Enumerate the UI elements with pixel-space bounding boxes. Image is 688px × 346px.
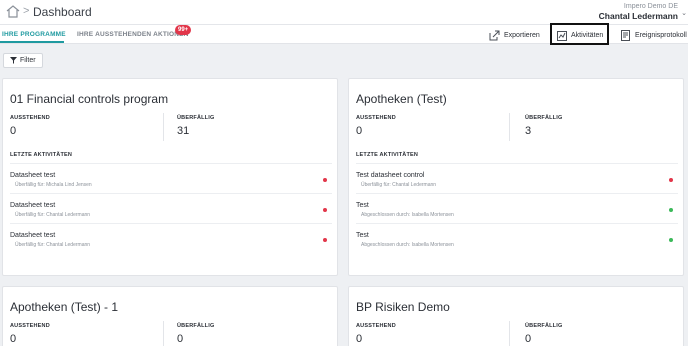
overdue-value: 31 [177, 125, 190, 137]
status-dot [323, 208, 327, 212]
activity-row[interactable]: Datasheet test Überfällig für: Chantal L… [10, 193, 332, 223]
chevron-down-icon[interactable]: ⌄ [681, 9, 687, 17]
activity-row[interactable]: Test Abgeschlossen durch: Isabella Morte… [356, 193, 678, 223]
export-label: Exportieren [504, 32, 540, 39]
recent-activities-label: LETZTE AKTIVITÄTEN [356, 152, 419, 158]
active-tab-indicator [0, 41, 64, 43]
event-log-label: Ereignisprotokoll [635, 32, 687, 39]
program-title: 01 Financial controls program [10, 92, 169, 106]
activity-name: Datasheet test [10, 232, 56, 239]
program-card[interactable]: Apotheken (Test) AUSSTEHEND 0 ÜBERFÄLLIG… [348, 78, 684, 276]
overdue-label: ÜBERFÄLLIG [525, 323, 563, 329]
overdue-value: 0 [525, 333, 532, 345]
status-dot [323, 238, 327, 242]
status-dot [669, 238, 673, 242]
program-card[interactable]: BP Risiken Demo AUSSTEHEND 0 ÜBERFÄLLIG … [348, 286, 684, 346]
stat-divider [509, 321, 510, 346]
activity-name: Test [356, 232, 369, 239]
filter-icon [10, 57, 17, 64]
activity-subtext: Überfällig für: Chantal Ledermann [15, 212, 91, 218]
program-title: Apotheken (Test) - 1 [10, 300, 119, 314]
export-icon [489, 30, 500, 41]
stat-divider [509, 113, 510, 141]
overdue-label: ÜBERFÄLLIG [177, 115, 215, 121]
status-dot [669, 208, 673, 212]
user-org: Impero Demo DE [623, 3, 678, 10]
overdue-label: ÜBERFÄLLIG [177, 323, 215, 329]
status-dot [323, 178, 327, 182]
tab-programs[interactable]: IHRE PROGRAMME [2, 31, 66, 38]
user-menu[interactable]: Impero Demo DE Chantal Ledermann [599, 2, 678, 22]
pending-value: 0 [10, 125, 17, 137]
stat-divider [163, 321, 164, 346]
activity-row[interactable]: Test Abgeschlossen durch: Isabella Morte… [356, 223, 678, 253]
program-card[interactable]: 01 Financial controls program AUSSTEHEND… [2, 78, 338, 276]
pending-value: 0 [356, 333, 363, 345]
activity-row[interactable]: Datasheet test Überfällig für: Michala L… [10, 163, 332, 193]
event-log-button[interactable]: Ereignisprotokoll [621, 29, 687, 42]
stat-divider [163, 113, 164, 141]
status-dot [669, 178, 673, 182]
pending-value: 0 [356, 125, 363, 137]
overdue-value: 3 [525, 125, 532, 137]
user-name: Chantal Ledermann [598, 11, 678, 21]
activity-name: Datasheet test [10, 172, 56, 179]
activity-row[interactable]: Test datasheet control Überfällig für: C… [356, 163, 678, 193]
activity-subtext: Abgeschlossen durch: Isabella Mortensen [361, 212, 454, 218]
export-button[interactable]: Exportieren [489, 29, 540, 42]
activity-name: Datasheet test [10, 202, 56, 209]
highlight-box [550, 23, 609, 45]
activity-subtext: Überfällig für: Michala Lind Jensen [15, 182, 92, 188]
pending-value: 0 [10, 333, 17, 345]
pending-count-badge: 99+ [175, 25, 192, 35]
pending-label: AUSSTEHEND [10, 115, 50, 121]
event-log-icon [621, 30, 630, 41]
overdue-value: 0 [177, 333, 184, 345]
program-title: Apotheken (Test) [356, 92, 447, 106]
activity-subtext: Überfällig für: Chantal Ledermann [15, 242, 91, 248]
activity-name: Test [356, 202, 369, 209]
pending-label: AUSSTEHEND [356, 115, 396, 121]
activity-row[interactable]: Datasheet test Überfällig für: Chantal L… [10, 223, 332, 253]
top-bar: > Dashboard Impero Demo DE Chantal Leder… [0, 0, 688, 25]
filter-button[interactable]: Filter [3, 53, 43, 68]
activity-subtext: Überfällig für: Chantal Ledermann [361, 182, 437, 188]
program-card[interactable]: Apotheken (Test) - 1 AUSSTEHEND 0 ÜBERFÄ… [2, 286, 338, 346]
overdue-label: ÜBERFÄLLIG [525, 115, 563, 121]
home-icon[interactable] [6, 5, 20, 18]
pending-label: AUSSTEHEND [10, 323, 50, 329]
tab-pending-actions[interactable]: IHRE AUSSTEHENDEN AKTIONEN [77, 31, 189, 38]
activity-name: Test datasheet control [356, 172, 425, 179]
breadcrumb-separator: > [23, 5, 30, 17]
recent-activities-label: LETZTE AKTIVITÄTEN [10, 152, 73, 158]
pending-label: AUSSTEHEND [356, 323, 396, 329]
activity-subtext: Abgeschlossen durch: Isabella Mortensen [361, 242, 454, 248]
page-title: Dashboard [33, 5, 92, 19]
program-title: BP Risiken Demo [356, 300, 450, 314]
filter-label: Filter [20, 57, 36, 64]
